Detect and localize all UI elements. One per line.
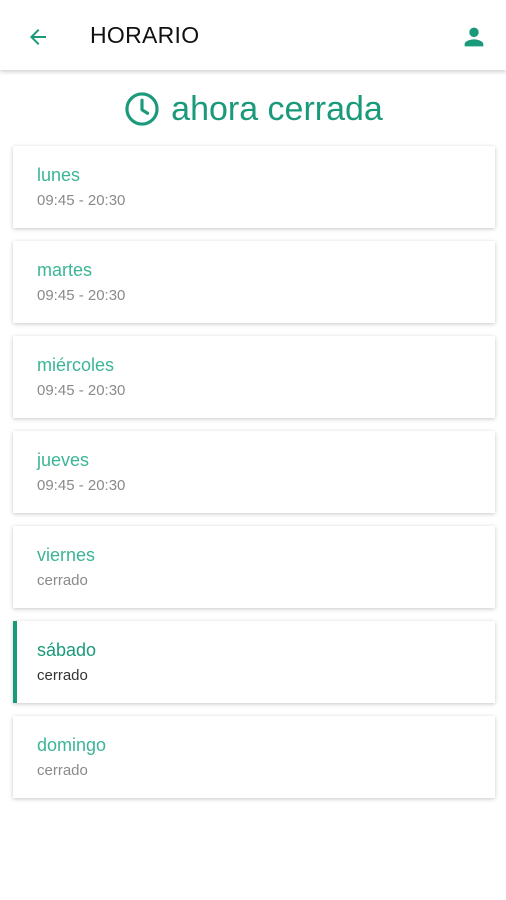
day-hours: cerrado: [37, 667, 88, 684]
day-card-viernes[interactable]: viernes cerrado: [13, 526, 495, 608]
day-hours: 09:45 - 20:30: [37, 287, 126, 304]
day-card-martes[interactable]: martes 09:45 - 20:30: [13, 241, 495, 323]
day-card-lunes[interactable]: lunes 09:45 - 20:30: [13, 146, 495, 228]
day-card-domingo[interactable]: domingo cerrado: [13, 716, 495, 798]
app-bar: HORARIO: [0, 0, 506, 70]
day-name: lunes: [37, 165, 81, 185]
day-name: sábado: [37, 640, 97, 660]
day-name: miércoles: [37, 355, 115, 375]
back-button[interactable]: [18, 17, 58, 57]
day-hours: 09:45 - 20:30: [37, 382, 126, 399]
day-card-jueves[interactable]: jueves 09:45 - 20:30: [13, 431, 495, 513]
day-hours: cerrado: [37, 762, 88, 779]
profile-button[interactable]: [454, 17, 494, 57]
day-hours: cerrado: [37, 572, 88, 589]
day-card-miercoles[interactable]: miércoles 09:45 - 20:30: [13, 336, 495, 418]
day-name: domingo: [37, 735, 107, 755]
day-hours: 09:45 - 20:30: [37, 192, 126, 209]
person-icon: [464, 27, 484, 47]
day-hours: 09:45 - 20:30: [37, 477, 126, 494]
day-card-sabado[interactable]: sábado cerrado: [13, 621, 495, 703]
open-status: ahora cerrada: [0, 84, 506, 134]
clock-icon: [125, 92, 159, 126]
day-name: jueves: [37, 450, 90, 470]
schedule-list: lunes 09:45 - 20:30 martes 09:45 - 20:30…: [13, 146, 495, 811]
day-name: martes: [37, 260, 93, 280]
arrow-left-icon: [30, 29, 46, 45]
page-title: HORARIO: [90, 22, 200, 48]
day-name: viernes: [37, 545, 96, 565]
status-text: ahora cerrada: [171, 89, 383, 128]
